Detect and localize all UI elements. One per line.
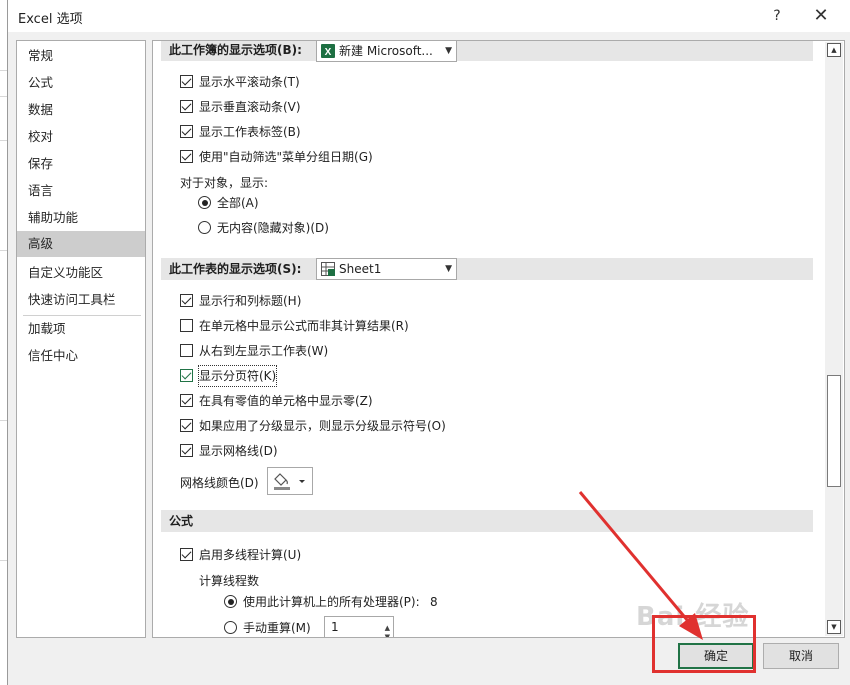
annotation-arrow-icon [578, 491, 703, 640]
